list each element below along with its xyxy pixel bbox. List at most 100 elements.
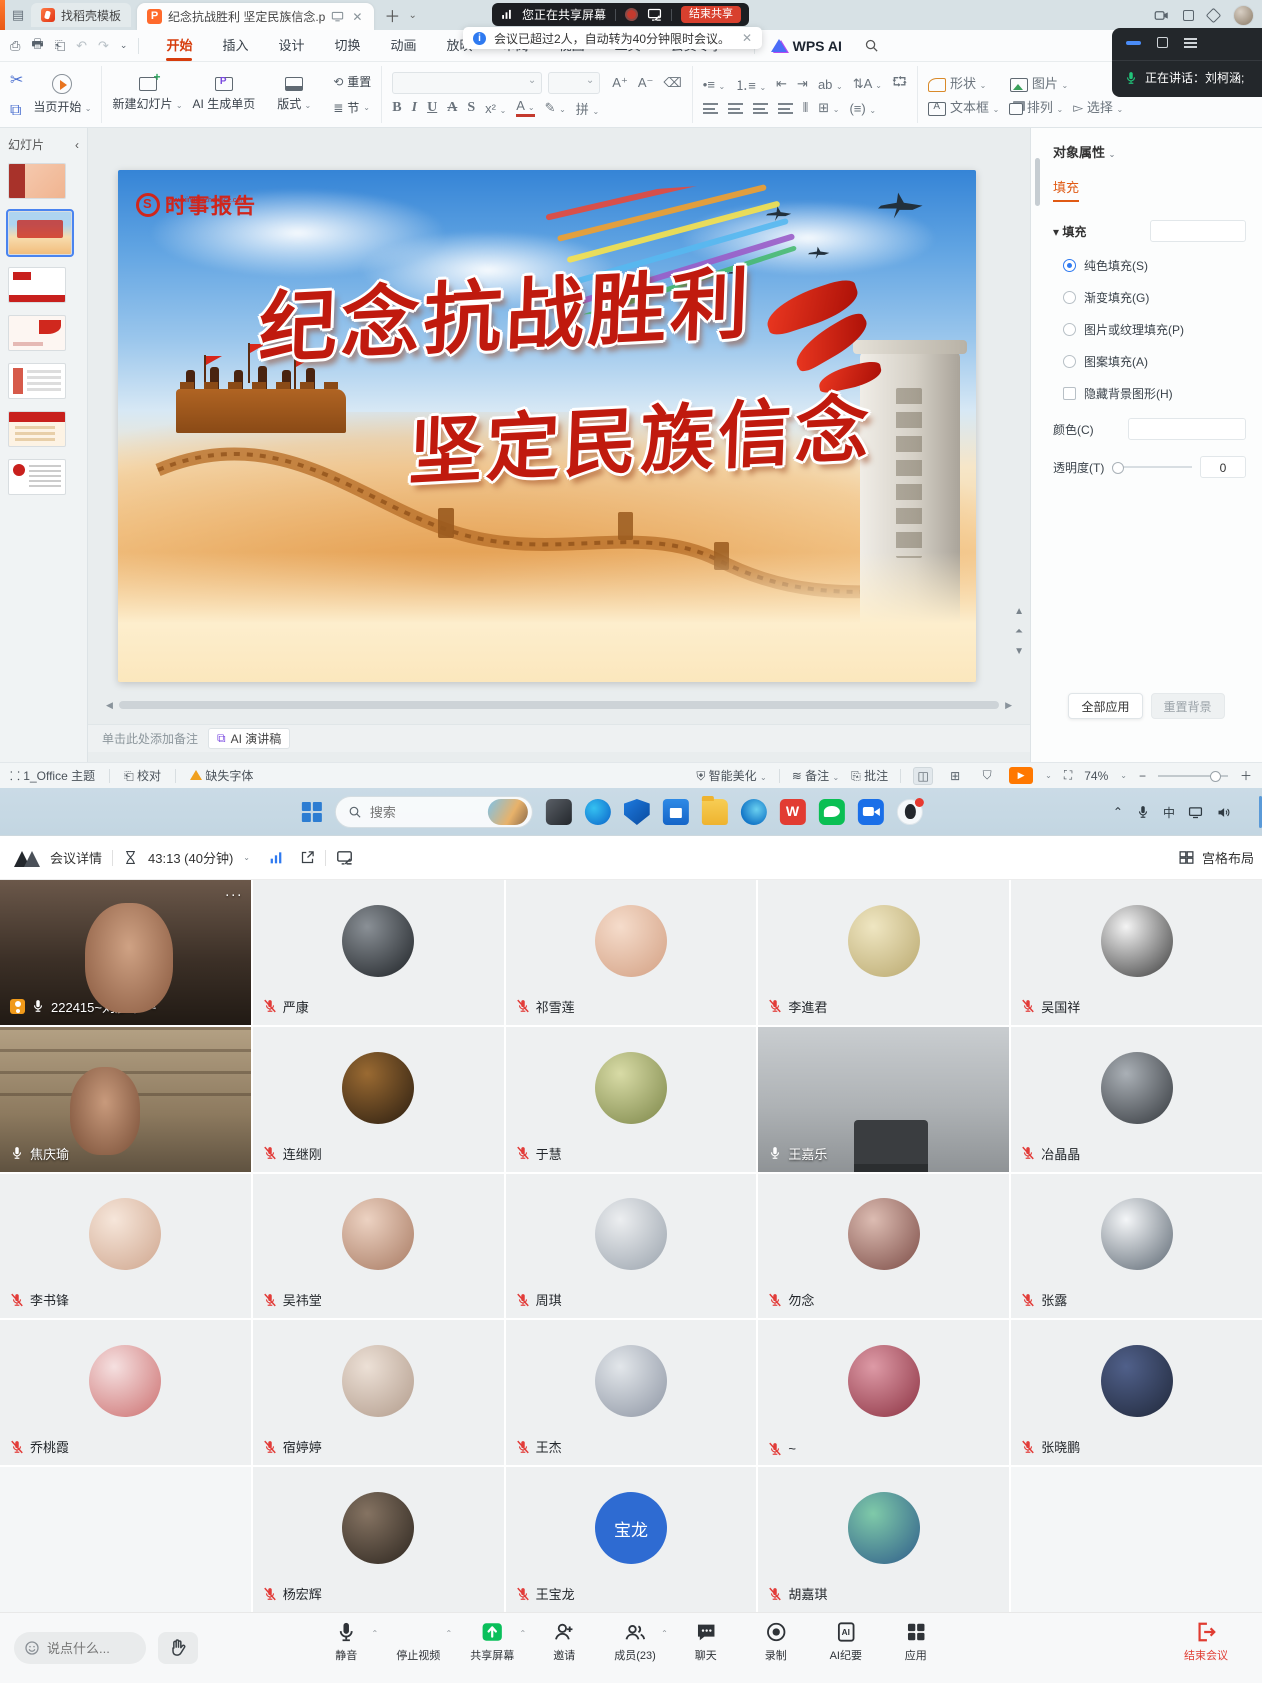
close-notice-icon[interactable]: ✕ — [742, 31, 752, 45]
align-objects-icon[interactable]: (≡) ⌄ — [849, 101, 876, 116]
participant-tile[interactable]: 王嘉乐 — [758, 1027, 1009, 1172]
horizontal-scrollbar[interactable]: ◀ ▶ — [106, 700, 1012, 710]
layout-button[interactable]: 版式 ⌄ — [265, 67, 323, 123]
slide-thumbnail[interactable] — [8, 315, 66, 351]
participant-tile[interactable]: 勿念 — [758, 1174, 1009, 1319]
fill-radio-option[interactable]: 纯色填充(S) — [1053, 257, 1246, 274]
scroll-right-icon[interactable]: ▶ — [1005, 700, 1012, 711]
panel-scrollbar[interactable] — [1035, 158, 1040, 206]
participant-tile[interactable]: 乔桃霞 — [0, 1320, 251, 1465]
font-size-select[interactable] — [548, 72, 600, 94]
restore-icon[interactable] — [1157, 37, 1168, 48]
wechat-icon[interactable] — [819, 799, 845, 825]
screenshot-icon[interactable] — [1154, 8, 1169, 23]
end-share-button[interactable]: 结束共享 — [681, 6, 741, 23]
ainotes-toolbar-button[interactable]: AI纪要 — [826, 1621, 866, 1663]
opacity-value[interactable]: 0 — [1200, 456, 1246, 478]
menu-item[interactable]: 开始 — [151, 30, 207, 62]
share-toolbar-button[interactable]: 共享屏幕⌃ — [470, 1621, 514, 1663]
align-left-icon[interactable] — [703, 103, 718, 114]
grid-layout-icon[interactable] — [1178, 849, 1195, 866]
restore-window-icon[interactable] — [1183, 10, 1194, 21]
participant-tile[interactable]: 李书锋 — [0, 1174, 251, 1319]
fill-radio-option[interactable]: 渐变填充(G) — [1053, 289, 1246, 306]
arrange-button[interactable]: 排列 ⌄ — [1009, 97, 1063, 116]
tab-list-chevron-icon[interactable]: ⌄ — [408, 10, 416, 21]
section-button[interactable]: ≣节 ⌄ — [333, 96, 371, 120]
pinyin-icon[interactable]: 拼 ⌄ — [576, 99, 599, 118]
menu-item[interactable]: 设计 — [263, 30, 319, 62]
wps-icon[interactable] — [780, 799, 806, 825]
network-signal-icon[interactable] — [268, 850, 284, 866]
slide-canvas-area[interactable]: 纪念抗战胜利 坚定民族信念 时事报告 www.xingshizhengce.co… — [88, 128, 1030, 762]
annotation-icon[interactable] — [647, 7, 662, 22]
justify-icon[interactable] — [778, 103, 793, 114]
italic-icon[interactable]: I — [412, 100, 417, 116]
close-tab-icon[interactable]: ✕ — [350, 10, 364, 24]
ai-speech-draft-button[interactable]: ⧉ AI 演讲稿 — [208, 728, 290, 749]
align-right-icon[interactable] — [753, 103, 768, 114]
notes-placeholder[interactable]: 单击此处添加备注 — [102, 730, 198, 747]
tab-docer[interactable]: 找稻壳模板 — [31, 3, 131, 27]
participant-tile[interactable]: 冶晶晶 — [1011, 1027, 1262, 1172]
increase-indent-icon[interactable]: ⇥ — [797, 76, 808, 92]
redo-icon[interactable]: ↷ — [98, 38, 109, 54]
fill-radio-option[interactable]: 图片或纹理填充(P) — [1053, 321, 1246, 338]
slide-thumbnail[interactable] — [8, 459, 66, 495]
participant-tile[interactable]: 胡嘉琪 — [758, 1467, 1009, 1612]
font-family-select[interactable] — [392, 72, 542, 94]
participant-tile[interactable]: 连继刚 — [253, 1027, 504, 1172]
fill-radio-option[interactable]: 图案填充(A) — [1053, 353, 1246, 370]
ime-indicator[interactable]: 中 — [1163, 804, 1175, 821]
smiley-icon[interactable] — [24, 1640, 40, 1656]
timer-chevron-icon[interactable]: ⌄ — [243, 853, 250, 862]
missing-font-warning[interactable]: 缺失字体 — [190, 767, 253, 784]
participant-tile[interactable]: 王杰 — [506, 1320, 757, 1465]
theme-indicator[interactable]: ⸬ 1_Office 主题 — [10, 767, 95, 784]
decrease-font-icon[interactable]: A⁻ — [638, 75, 654, 91]
windows-start-button[interactable] — [302, 802, 322, 822]
opacity-slider[interactable] — [1112, 466, 1192, 468]
select-button[interactable]: ▻ 选择 ⌄ — [1073, 97, 1123, 116]
tencent-meeting-icon[interactable] — [858, 799, 884, 825]
notes-button[interactable]: ≋ 备注 ⌄ — [792, 767, 839, 784]
preview-tile-icon[interactable] — [546, 799, 572, 825]
apps-toolbar-button[interactable]: 应用 — [896, 1621, 936, 1663]
proofing-button[interactable]: ⎗ 校对 — [124, 767, 161, 784]
quick-chat-box[interactable] — [14, 1632, 146, 1664]
participant-tile[interactable]: 李進君 — [758, 880, 1009, 1025]
meeting-detail-button[interactable]: 会议详情 — [50, 848, 102, 867]
color-picker[interactable] — [1128, 418, 1246, 440]
convert-smartart-icon[interactable]: ⮔ — [892, 73, 907, 95]
mic-toolbar-button[interactable]: 静音⌃ — [326, 1621, 366, 1663]
tray-expand-chevron-icon[interactable]: ⌃ — [1113, 805, 1123, 819]
play-options-chevron-icon[interactable]: ⌄ — [1045, 771, 1052, 780]
notes-bar[interactable]: 单击此处添加备注 ⧉ AI 演讲稿 — [88, 724, 1030, 752]
hide-background-checkbox[interactable]: 隐藏背景图形(H) — [1053, 385, 1246, 402]
zoom-in-icon[interactable]: ＋ — [1240, 767, 1252, 784]
print-icon[interactable]: 🖶 — [31, 35, 43, 57]
browser-icon[interactable] — [741, 799, 767, 825]
decrease-indent-icon[interactable]: ⇤ — [776, 76, 787, 92]
save-icon[interactable]: ⎙ — [10, 38, 20, 54]
open-external-icon[interactable] — [300, 850, 315, 865]
search-icon[interactable] — [864, 38, 879, 53]
edge-browser-icon[interactable] — [585, 799, 611, 825]
fit-slide-icon[interactable]: ⛶ — [1064, 768, 1072, 783]
bullets-icon[interactable]: •≡ ⌄ — [703, 77, 725, 92]
slide-thumbnail[interactable] — [8, 211, 72, 255]
zoom-chevron-icon[interactable]: ⌄ — [1120, 771, 1127, 780]
collapse-panel-icon[interactable]: ‹ — [75, 138, 79, 152]
annotation-icon[interactable] — [336, 849, 353, 866]
record-icon[interactable] — [625, 8, 638, 21]
participant-tile[interactable]: 焦庆瑜 — [0, 1027, 251, 1172]
columns-icon[interactable]: ⊞ ⌄ — [818, 100, 839, 116]
participant-tile[interactable]: ~ — [758, 1320, 1009, 1465]
ai-generate-page-button[interactable]: AI 生成单页 — [193, 67, 256, 123]
quick-chat-input[interactable] — [47, 1641, 131, 1656]
apply-all-button[interactable]: 全部应用 — [1068, 693, 1142, 719]
search-highlight-thumbnail[interactable] — [488, 799, 528, 825]
slideshow-play-button[interactable]: ▶ — [1009, 767, 1033, 784]
menu-item[interactable]: 插入 — [207, 30, 263, 62]
strikethrough-icon[interactable]: A — [447, 100, 457, 116]
